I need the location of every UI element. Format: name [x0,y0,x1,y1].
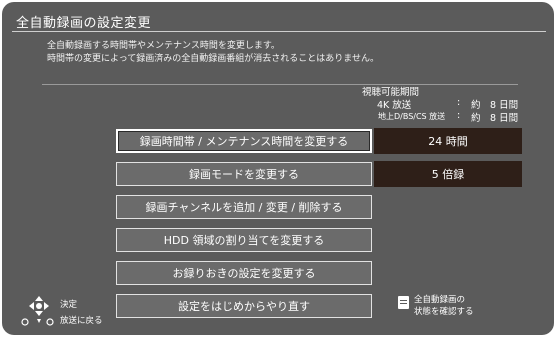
title-divider [12,31,546,32]
period-bs-sep: : [457,110,461,121]
menu-label: お録りおきの設定を変更する [172,267,316,280]
menu-label: 設定をはじめからやり直す [178,300,310,313]
period-bs-label: 地上D/BS/CS 放送 [378,112,446,121]
description-line-2: 時間帯の変更によって録画済みの全自動録画番組が消去されることはありません。 [47,54,380,64]
period-bs-value: 約 8 日間 [471,113,519,124]
recording-mode-value: 5 倍録 [374,161,522,187]
menu-label: 録画チャンネルを追加 / 変更 / 削除する [145,201,343,214]
period-4k-value: 約 8 日間 [471,100,519,111]
change-recording-mode-button[interactable]: 録画モードを変更する [116,162,372,186]
reset-settings-button[interactable]: 設定をはじめからやり直す [116,294,372,318]
menu-label: HDD 領域の割り当てを変更する [163,234,325,247]
period-4k-label: 4K 放送 [377,100,412,111]
recording-hours-value: 24 時間 [374,128,522,154]
description-line-1: 全自動録画する時間帯やメンテナンス時間を変更します。 [47,41,280,51]
menu-label: 録画モードを変更する [189,168,299,181]
check-status-hint-line-1: 全自動録画の [414,295,466,305]
change-keep-settings-button[interactable]: お録りおきの設定を変更する [116,261,372,285]
change-recording-hours-button[interactable]: 録画時間帯 / メンテナンス時間を変更する [116,129,372,153]
check-status-hint-line-2: 状態を確認する [414,307,474,317]
menu-label: 録画時間帯 / メンテナンス時間を変更する [139,135,349,148]
dpad-icon [21,296,54,326]
edit-recording-channels-button[interactable]: 録画チャンネルを追加 / 変更 / 削除する [116,195,372,219]
back-to-broadcast-hint: 放送に戻る [60,316,103,326]
status-document-icon[interactable] [398,296,409,309]
description-divider [42,84,518,85]
settings-screen: 全自動録画の設定変更 全自動録画する時間帯やメンテナンス時間を変更します。 時間… [2,2,554,335]
page-title: 全自動録画の設定変更 [16,16,152,31]
period-4k-sep: : [457,97,461,108]
change-hdd-allocation-button[interactable]: HDD 領域の割り当てを変更する [116,228,372,252]
decide-hint: 決定 [60,300,78,310]
viewing-period-heading: 視聴可能期間 [362,87,420,98]
